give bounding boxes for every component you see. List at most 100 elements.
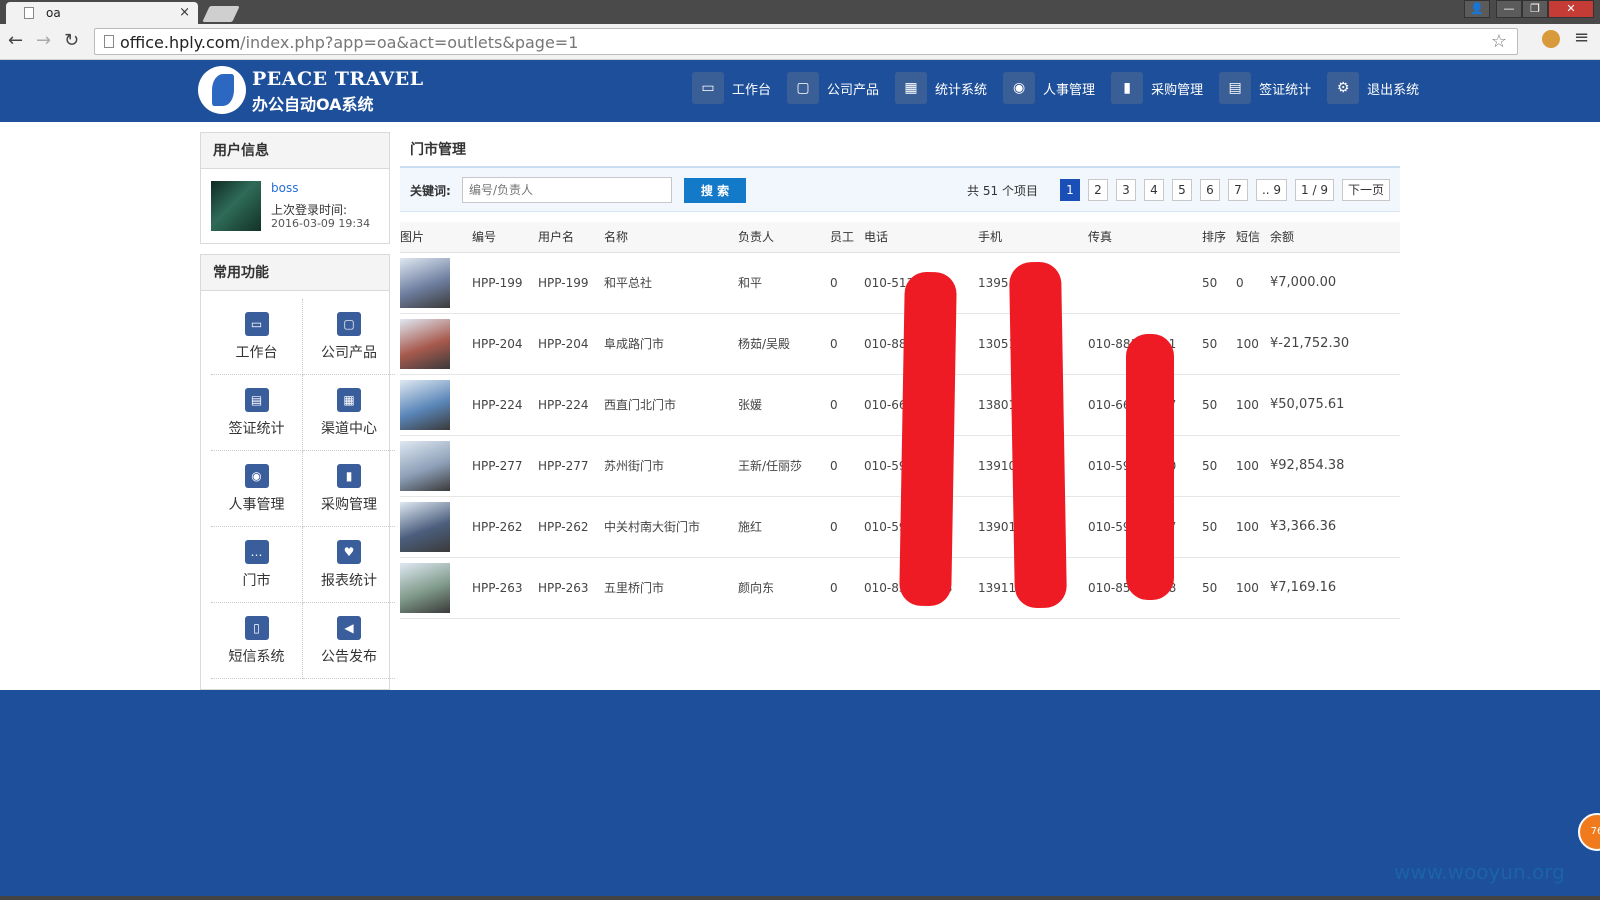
function-item-8[interactable]: ♥ 报表统计 [303, 527, 395, 603]
page-button[interactable]: 1 [1059, 179, 1080, 201]
column-header: 余额 [1270, 222, 1400, 253]
cell-sort: 50 [1202, 252, 1236, 314]
page-button[interactable]: 3 [1115, 179, 1136, 201]
cell-manager: 王新/任丽莎 [738, 435, 830, 497]
page-button[interactable]: 2 [1087, 179, 1108, 201]
cell-code: HPP-262 [472, 496, 538, 558]
outlet-photo[interactable] [400, 501, 450, 552]
cell-code: HPP-204 [472, 313, 538, 375]
cell-user: HPP-262 [538, 496, 604, 558]
function-label: 公司产品 [321, 344, 377, 361]
nav-item-label: 统计系统 [935, 82, 988, 98]
cell-sms: 0 [1236, 252, 1270, 314]
back-icon[interactable]: ← [8, 30, 23, 51]
column-header: 员工 [830, 222, 864, 253]
nav-item-3[interactable]: ▦ 统计系统 [895, 70, 987, 106]
people-icon: ◉ [244, 463, 269, 488]
function-item-6[interactable]: ▮ 采购管理 [303, 451, 395, 527]
cookie-extension-icon[interactable] [1542, 30, 1560, 48]
function-item-2[interactable]: ▢ 公司产品 [303, 299, 395, 375]
outlet-photo[interactable] [400, 257, 450, 308]
username-link[interactable]: boss [271, 181, 298, 195]
search-button[interactable]: 搜 索 [684, 178, 746, 203]
page-button[interactable]: 4 [1143, 179, 1164, 201]
outlet-photo[interactable] [400, 440, 450, 491]
user-icon[interactable]: 👤 [1464, 0, 1490, 18]
function-item-3[interactable]: ▤ 签证统计 [211, 375, 303, 451]
maximize-button[interactable]: ❐ [1522, 0, 1548, 18]
function-label: 签证统计 [228, 420, 285, 437]
page-button[interactable]: 6 [1199, 179, 1220, 201]
thumbnail-cell [400, 557, 472, 619]
function-item-1[interactable]: ▭ 工作台 [211, 299, 303, 375]
site-header: PEACE TRAVEL 办公自动OA系统 ▭ 工作台 ▢ 公司产品 ▦ 统计系统 ◉ 人事管… [0, 60, 1600, 122]
table-row[interactable]: HPP-277HPP-277苏州街门市王新/任丽莎0010-5979008013… [400, 435, 1400, 497]
visa-icon: ▤ [1219, 72, 1252, 104]
close-window-button[interactable]: ✕ [1548, 0, 1594, 18]
nav-item-5[interactable]: ▮ 采购管理 [1111, 70, 1203, 106]
minimize-button[interactable]: — [1496, 0, 1522, 18]
footer-bottom-bar [0, 896, 1600, 900]
outlet-photo[interactable] [400, 318, 450, 369]
cell-sort: 50 [1202, 557, 1236, 619]
cell-staff: 0 [830, 435, 864, 497]
table-row[interactable]: HPP-199HPP-199和平总社和平0010-513190501395131… [400, 252, 1400, 314]
outlet-photo[interactable] [400, 562, 450, 613]
reload-icon[interactable]: ↻ [64, 30, 79, 51]
function-label: 采购管理 [321, 496, 377, 513]
column-header: 编号 [472, 222, 538, 253]
tab-close-icon[interactable]: × [179, 5, 190, 20]
cell-manager: 和平 [738, 252, 830, 314]
nav-item-4[interactable]: ◉ 人事管理 [1003, 70, 1095, 106]
function-item-4[interactable]: ▦ 渠道中心 [303, 375, 395, 451]
nav-item-6[interactable]: ▤ 签证统计 [1219, 70, 1311, 106]
nav-item-7[interactable]: ⚙ 退出系统 [1327, 70, 1419, 106]
browser-tab[interactable]: oa × [6, 2, 198, 24]
top-navigation: ▭ 工作台 ▢ 公司产品 ▦ 统计系统 ◉ 人事管理 ▮ 采购管理 ▤ 签证统计 ⚙ 退出系统 [692, 70, 1435, 106]
function-item-9[interactable]: ▯ 短信系统 [211, 603, 303, 679]
keyword-input[interactable] [462, 177, 672, 203]
function-item-5[interactable]: ◉ 人事管理 [211, 451, 303, 527]
cell-user: HPP-199 [538, 252, 604, 314]
cell-name: 苏州街门市 [604, 435, 738, 497]
page-button[interactable]: 下一页 [1341, 179, 1390, 201]
page-button[interactable]: 5 [1171, 179, 1192, 201]
cell-balance: ¥7,000.00 [1270, 252, 1400, 314]
cell-code: HPP-277 [472, 435, 538, 497]
cell-staff: 0 [830, 557, 864, 619]
panel-title: 用户信息 [201, 133, 389, 169]
nav-item-label: 公司产品 [827, 82, 880, 98]
address-bar[interactable]: office.hply.com/index.php?app=oa&act=out… [94, 28, 1518, 55]
function-item-7[interactable]: … 门市 [211, 527, 303, 603]
table-row[interactable]: HPP-224HPP-224西直门北门市张媛0010-6613955713801… [400, 374, 1400, 436]
nav-item-1[interactable]: ▭ 工作台 [692, 70, 771, 106]
function-label: 公告发布 [321, 648, 377, 665]
function-label: 报表统计 [321, 572, 377, 589]
url-host: office.hply.com [120, 33, 241, 52]
cell-sort: 50 [1202, 435, 1236, 497]
cell-sms: 100 [1236, 496, 1270, 558]
monitor-icon: ▭ [244, 311, 269, 336]
monitor-icon: ▭ [692, 72, 724, 104]
column-header: 传真 [1088, 222, 1202, 253]
thumbnail-cell [400, 374, 472, 436]
forward-icon[interactable]: → [36, 30, 51, 51]
bookmark-star-icon[interactable]: ☆ [1491, 31, 1507, 52]
menu-icon[interactable]: ≡ [1574, 27, 1589, 48]
purchase-icon: ▮ [337, 463, 361, 488]
nav-item-2[interactable]: ▢ 公司产品 [787, 70, 879, 106]
browser-toolbar: ← → ↻ office.hply.com/index.php?app=oa&a… [0, 24, 1600, 60]
page-button[interactable]: 1 / 9 [1295, 179, 1334, 201]
table-row[interactable]: HPP-204HPP-204阜成路门市杨茹/吴殿0010-88126191130… [400, 313, 1400, 375]
outlet-photo[interactable] [400, 379, 450, 430]
page-button[interactable]: 7 [1227, 179, 1248, 201]
pagination: 共 51 个项目 1 2 3 4 5 6 7 .. 9 1 / 9 下一页 [967, 179, 1390, 201]
cell-staff: 0 [830, 313, 864, 375]
cell-user: HPP-277 [538, 435, 604, 497]
page-button[interactable]: .. 9 [1255, 179, 1288, 201]
new-tab-button[interactable] [202, 6, 240, 22]
function-item-10[interactable]: ◀ 公告发布 [303, 603, 395, 679]
nav-item-label: 采购管理 [1151, 82, 1204, 98]
cell-staff: 0 [830, 496, 864, 558]
cell-name: 五里桥门市 [604, 557, 738, 619]
